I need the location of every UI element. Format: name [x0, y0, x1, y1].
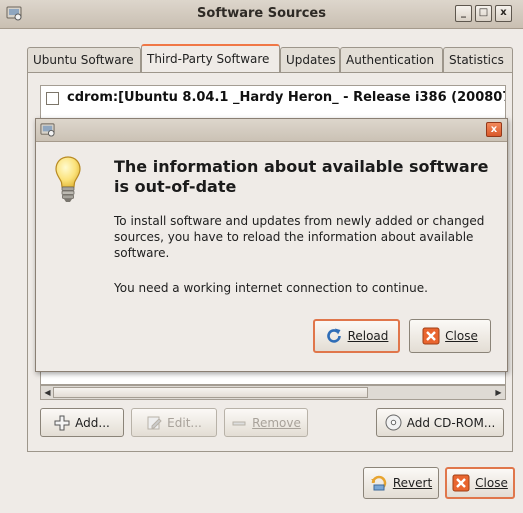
close-icon: [422, 327, 440, 345]
scroll-right-icon[interactable]: ▶: [493, 387, 504, 398]
maximize-button[interactable]: □: [475, 5, 492, 22]
edit-icon: [147, 416, 162, 429]
add-cdrom-button[interactable]: Add CD-ROM...: [376, 408, 504, 437]
reload-icon: [326, 328, 341, 343]
dialog-heading: The information about available software…: [114, 157, 489, 196]
window-titlebar: Software Sources _ □ x: [0, 0, 523, 29]
dialog-close-button[interactable]: x: [486, 122, 502, 137]
source-entry[interactable]: cdrom:[Ubuntu 8.04.1 _Hardy Heron_ - Rel…: [67, 90, 505, 105]
tab-third-party-software[interactable]: Third-Party Software: [141, 44, 280, 73]
horizontal-scrollbar[interactable]: ◀ ▶: [40, 385, 506, 400]
lightbulb-icon: [55, 156, 81, 202]
window-title: Software Sources: [197, 6, 326, 21]
reload-label: Reload: [347, 329, 389, 343]
add-source-label: Add...: [75, 415, 110, 430]
source-checkbox[interactable]: [46, 92, 59, 105]
dialog-titlebar: x: [36, 119, 507, 142]
close-icon: [452, 474, 470, 492]
dialog-close-action-button[interactable]: Close: [409, 319, 491, 353]
scroll-left-icon[interactable]: ◀: [42, 387, 53, 398]
dialog-connection-note: You need a working internet connection t…: [114, 281, 428, 295]
remove-source-label: Remove: [252, 415, 301, 430]
tab-ubuntu-software[interactable]: Ubuntu Software: [27, 47, 141, 72]
minus-icon: [232, 421, 246, 425]
cdrom-icon: [385, 414, 402, 431]
tab-updates[interactable]: Updates: [280, 47, 340, 72]
reload-button[interactable]: Reload: [313, 319, 400, 353]
tab-statistics[interactable]: Statistics: [443, 47, 513, 72]
revert-label: Revert: [392, 476, 433, 490]
close-window-button[interactable]: x: [495, 5, 512, 22]
scrollbar-thumb[interactable]: [53, 387, 368, 398]
out-of-date-dialog: x The information about available softwa…: [35, 118, 508, 372]
dialog-body: To install software and updates from new…: [114, 214, 485, 260]
add-source-button[interactable]: Add...: [40, 408, 124, 437]
tab-authentication[interactable]: Authentication: [340, 47, 443, 72]
edit-source-button[interactable]: Edit...: [131, 408, 217, 437]
remove-source-button[interactable]: Remove: [224, 408, 308, 437]
edit-source-label: Edit...: [167, 415, 202, 430]
add-cdrom-label: Add CD-ROM...: [406, 415, 496, 430]
software-sources-icon: [40, 123, 55, 137]
plus-icon: [54, 415, 70, 430]
dialog-close-label: Close: [445, 329, 478, 343]
close-label: Close: [475, 476, 508, 490]
minimize-button[interactable]: _: [455, 5, 472, 22]
revert-icon: [370, 475, 387, 491]
close-button[interactable]: Close: [445, 467, 515, 499]
revert-button[interactable]: Revert: [363, 467, 439, 499]
